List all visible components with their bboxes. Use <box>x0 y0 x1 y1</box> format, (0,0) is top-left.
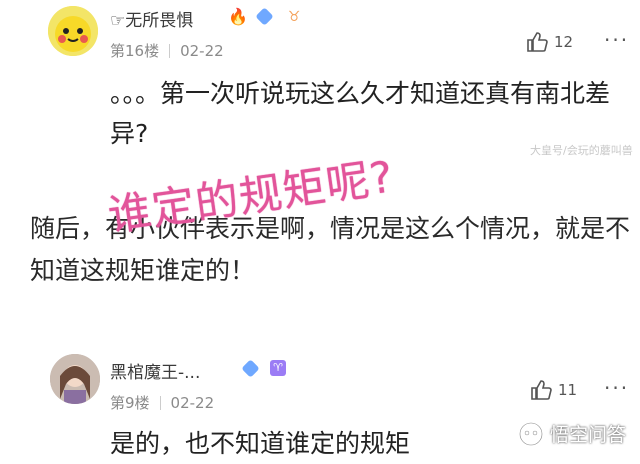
like-count: 11 <box>558 381 578 399</box>
floor-number: 第16楼 <box>110 42 160 60</box>
wukong-logo-icon <box>518 421 544 446</box>
like-button[interactable]: 11 <box>530 380 577 400</box>
comment-date: 02-22 <box>180 42 224 60</box>
watermark-text: 悟空问答 <box>550 424 627 446</box>
like-count: 12 <box>554 33 574 51</box>
username[interactable]: 黑棺魔王-... <box>110 358 200 383</box>
site-watermark: 悟空问答 <box>518 420 626 447</box>
aries-icon: ♈ <box>270 360 286 376</box>
thumb-up-icon <box>531 380 552 400</box>
like-button[interactable]: 12 <box>526 32 573 52</box>
username[interactable]: ☞无所畏惧 <box>110 6 193 31</box>
sign-badge-icon: ♉ <box>287 9 301 25</box>
comment-date: 02-22 <box>170 394 215 412</box>
comment-meta: 第9楼 02-22 <box>110 392 214 413</box>
meta-divider <box>159 396 161 410</box>
comment-meta: 第16楼 02-22 <box>110 40 224 61</box>
meta-divider <box>169 44 171 58</box>
diamond-badge-icon <box>241 359 260 378</box>
diamond-badge-icon <box>255 7 274 26</box>
fire-icon: 🔥 <box>228 7 248 26</box>
more-options-icon[interactable]: ··· <box>604 376 629 400</box>
image-watermark: 大皇号/会玩的蘑叫兽 <box>530 144 633 157</box>
floor-number: 第9楼 <box>110 394 150 412</box>
more-options-icon[interactable]: ··· <box>604 28 629 52</box>
avatar[interactable] <box>48 6 98 56</box>
thumb-up-icon <box>527 32 548 52</box>
avatar[interactable] <box>50 354 100 404</box>
